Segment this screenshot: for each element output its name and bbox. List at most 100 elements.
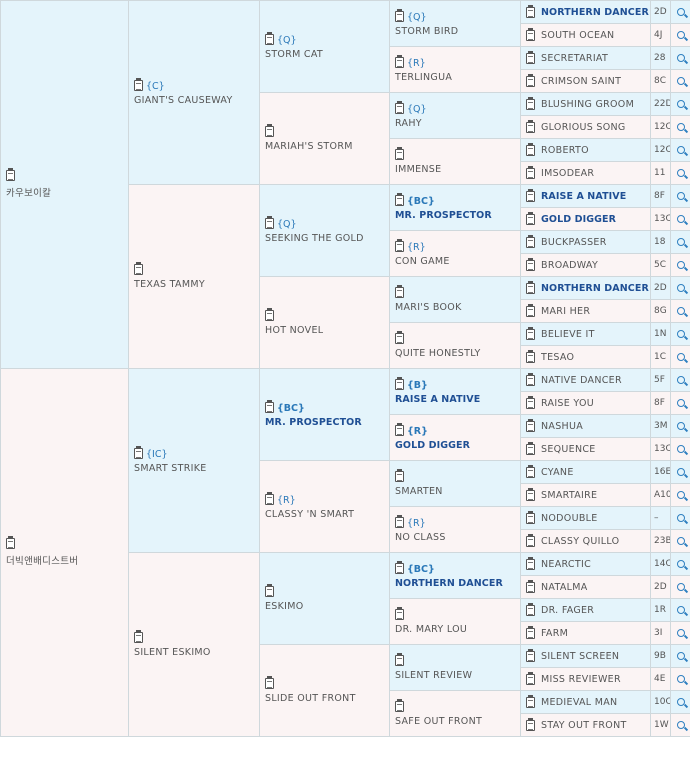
clipboard-icon[interactable] (395, 514, 404, 528)
magnifier-icon[interactable] (676, 215, 685, 223)
ancestor-name[interactable]: FARM (541, 628, 650, 639)
magnifier-icon[interactable] (676, 675, 685, 683)
magnifier-icon[interactable] (676, 537, 685, 545)
ancestor-name[interactable]: BUCKPASSER (541, 237, 650, 248)
magnifier-icon[interactable] (676, 491, 685, 499)
clipboard-icon[interactable] (526, 188, 535, 202)
ancestor-name[interactable]: 카우보이칼 (6, 185, 128, 199)
clipboard-icon[interactable] (395, 54, 404, 68)
clipboard-icon[interactable] (395, 330, 404, 344)
clipboard-icon[interactable] (526, 119, 535, 133)
clipboard-icon[interactable] (526, 648, 535, 662)
clipboard-icon[interactable] (395, 560, 404, 574)
ancestor-name[interactable]: NASHUA (541, 421, 650, 432)
ancestor-name[interactable]: NATIVE DANCER (541, 375, 650, 386)
clipboard-icon[interactable] (526, 418, 535, 432)
ancestor-name[interactable]: NORTHERN DANCER (395, 578, 520, 589)
magnifier-icon[interactable] (676, 583, 685, 591)
clipboard-icon[interactable] (526, 27, 535, 41)
ancestor-name[interactable]: MISS REVIEWER (541, 674, 650, 685)
magnifier-icon[interactable] (676, 31, 685, 39)
ancestor-name[interactable]: SILENT REVIEW (395, 670, 520, 681)
clipboard-icon[interactable] (265, 583, 274, 597)
magnifier-icon[interactable] (676, 514, 685, 522)
ancestor-name[interactable]: 더빅앤배디스트버 (6, 553, 128, 567)
clipboard-icon[interactable] (134, 77, 143, 91)
clipboard-icon[interactable] (134, 445, 143, 459)
ancestor-name[interactable]: GOLD DIGGER (395, 440, 520, 451)
ancestor-name[interactable]: NODOUBLE (541, 513, 650, 524)
clipboard-icon[interactable] (395, 698, 404, 712)
clipboard-icon[interactable] (526, 303, 535, 317)
ancestor-name[interactable]: SOUTH OCEAN (541, 30, 650, 41)
magnifier-icon[interactable] (676, 376, 685, 384)
clipboard-icon[interactable] (526, 510, 535, 524)
clipboard-icon[interactable] (526, 326, 535, 340)
clipboard-icon[interactable] (526, 50, 535, 64)
ancestor-name[interactable]: NORTHERN DANCER (541, 283, 650, 294)
ancestor-name[interactable]: SMART STRIKE (134, 463, 259, 474)
magnifier-icon[interactable] (676, 445, 685, 453)
ancestor-name[interactable]: TEXAS TAMMY (134, 279, 259, 290)
clipboard-icon[interactable] (265, 675, 274, 689)
ancestor-name[interactable]: CYANE (541, 467, 650, 478)
magnifier-icon[interactable] (676, 698, 685, 706)
magnifier-icon[interactable] (676, 169, 685, 177)
clipboard-icon[interactable] (526, 211, 535, 225)
clipboard-icon[interactable] (526, 602, 535, 616)
ancestor-name[interactable]: BROADWAY (541, 260, 650, 271)
ancestor-name[interactable]: SILENT SCREEN (541, 651, 650, 662)
clipboard-icon[interactable] (265, 215, 274, 229)
magnifier-icon[interactable] (676, 284, 685, 292)
magnifier-icon[interactable] (676, 8, 685, 16)
ancestor-name[interactable]: NO CLASS (395, 532, 520, 543)
clipboard-icon[interactable] (526, 234, 535, 248)
ancestor-name[interactable]: SILENT ESKIMO (134, 647, 259, 658)
ancestor-name[interactable]: RAHY (395, 118, 520, 129)
clipboard-icon[interactable] (265, 399, 274, 413)
clipboard-icon[interactable] (395, 192, 404, 206)
ancestor-name[interactable]: NORTHERN DANCER (541, 7, 650, 18)
ancestor-name[interactable]: STAY OUT FRONT (541, 720, 650, 731)
clipboard-icon[interactable] (395, 376, 404, 390)
clipboard-icon[interactable] (6, 168, 15, 181)
ancestor-name[interactable]: RAISE YOU (541, 398, 650, 409)
magnifier-icon[interactable] (676, 307, 685, 315)
ancestor-name[interactable]: STORM BIRD (395, 26, 520, 37)
ancestor-name[interactable]: TESAO (541, 352, 650, 363)
ancestor-name[interactable]: SECRETARIAT (541, 53, 650, 64)
ancestor-name[interactable]: QUITE HONESTLY (395, 348, 520, 359)
magnifier-icon[interactable] (676, 261, 685, 269)
ancestor-name[interactable]: NATALMA (541, 582, 650, 593)
magnifier-icon[interactable] (676, 652, 685, 660)
ancestor-name[interactable]: HOT NOVEL (265, 325, 389, 336)
clipboard-icon[interactable] (265, 123, 274, 137)
clipboard-icon[interactable] (526, 395, 535, 409)
ancestor-name[interactable]: IMSODEAR (541, 168, 650, 179)
ancestor-name[interactable]: SMARTAIRE (541, 490, 650, 501)
ancestor-name[interactable]: IMMENSE (395, 164, 520, 175)
ancestor-name[interactable]: GIANT'S CAUSEWAY (134, 95, 259, 106)
magnifier-icon[interactable] (676, 192, 685, 200)
magnifier-icon[interactable] (676, 399, 685, 407)
clipboard-icon[interactable] (526, 441, 535, 455)
ancestor-name[interactable]: MARI'S BOOK (395, 302, 520, 313)
ancestor-name[interactable]: RAISE A NATIVE (395, 394, 520, 405)
ancestor-name[interactable]: SLIDE OUT FRONT (265, 693, 389, 704)
ancestor-name[interactable]: CON GAME (395, 256, 520, 267)
ancestor-name[interactable]: CLASSY 'N SMART (265, 509, 389, 520)
magnifier-icon[interactable] (676, 560, 685, 568)
ancestor-name[interactable]: CRIMSON SAINT (541, 76, 650, 87)
magnifier-icon[interactable] (676, 54, 685, 62)
clipboard-icon[interactable] (526, 625, 535, 639)
ancestor-name[interactable]: MEDIEVAL MAN (541, 697, 650, 708)
clipboard-icon[interactable] (395, 100, 404, 114)
ancestor-name[interactable]: MARIAH'S STORM (265, 141, 389, 152)
clipboard-icon[interactable] (265, 491, 274, 505)
clipboard-icon[interactable] (395, 146, 404, 160)
magnifier-icon[interactable] (676, 629, 685, 637)
magnifier-icon[interactable] (676, 330, 685, 338)
magnifier-icon[interactable] (676, 100, 685, 108)
clipboard-icon[interactable] (526, 257, 535, 271)
magnifier-icon[interactable] (676, 606, 685, 614)
